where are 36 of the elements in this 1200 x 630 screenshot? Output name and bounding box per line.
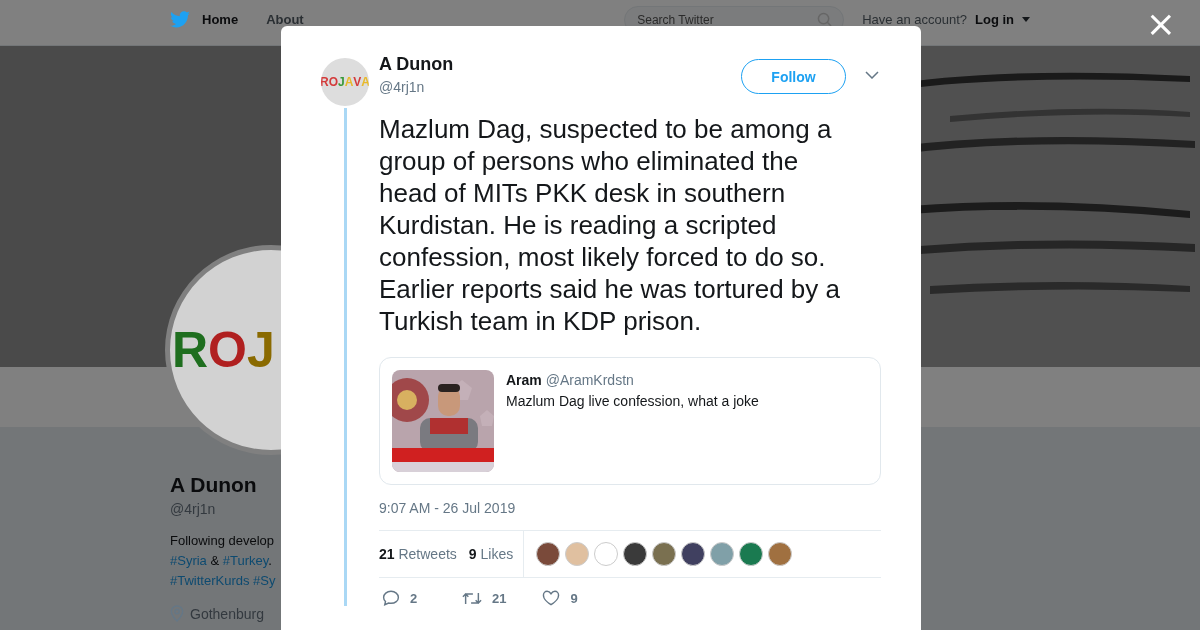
login-link[interactable]: Log in xyxy=(975,12,1014,27)
stat-link[interactable]: 21 Retweets xyxy=(379,546,457,562)
liker-avatar[interactable] xyxy=(623,542,648,566)
quoted-text: Mazlum Dag live confession, what a joke xyxy=(506,393,759,409)
author-handle[interactable]: @4rj1n xyxy=(379,79,741,95)
liker-avatar[interactable] xyxy=(681,542,706,566)
liker-avatar[interactable] xyxy=(739,542,764,566)
action-count: 9 xyxy=(570,590,578,606)
heart-icon[interactable] xyxy=(542,590,561,606)
account-prompt: Have an account? xyxy=(862,12,967,27)
bio-line: #Syria & #Turkey. xyxy=(170,552,272,570)
nav-link[interactable]: About xyxy=(266,12,304,27)
retweet-icon[interactable] xyxy=(462,590,482,606)
stat-link[interactable]: 9 Likes xyxy=(468,546,514,562)
action-count: 21 xyxy=(492,590,507,606)
location-text: Gothenburg xyxy=(190,605,264,622)
tweet-text: Mazlum Dag, suspected to be among a group of persons who eliminated the head of MITs PKK desk in southern Kurdistan. He is reading a scripted confession, most likely forced to do so. Earlier reports said he was tortured by a Turkish team in KDP prison. xyxy=(379,113,841,337)
quoted-tweet-card[interactable]: Aram @AramKrdstn Mazlum Dag live confession, what a joke xyxy=(379,357,881,485)
bio-line: Following develop xyxy=(170,532,275,550)
bio-line: #TwitterKurds #Sy xyxy=(170,572,276,590)
timestamp: 9:07 AM - 26 Jul 2019 xyxy=(379,500,517,516)
profile-handle: @4rj1n xyxy=(170,501,216,517)
follow-button[interactable]: Follow xyxy=(741,59,846,94)
search-icon[interactable] xyxy=(817,11,833,27)
liker-avatar[interactable] xyxy=(652,542,677,566)
close-button[interactable]: × xyxy=(1139,4,1182,44)
author-avatar[interactable]: ROJAVA xyxy=(321,58,369,106)
caret-icon[interactable] xyxy=(1022,17,1030,22)
reply-icon[interactable] xyxy=(382,590,400,606)
quoted-author: Aram @AramKrdstn xyxy=(506,372,635,388)
liker-avatar[interactable] xyxy=(536,542,561,566)
nav-link[interactable]: Home xyxy=(202,12,239,27)
profile-name: A Dunon xyxy=(170,472,257,497)
action-count: 2 xyxy=(410,590,418,606)
author-name[interactable]: A Dunon xyxy=(379,54,741,75)
chevron-icon[interactable] xyxy=(865,70,879,79)
